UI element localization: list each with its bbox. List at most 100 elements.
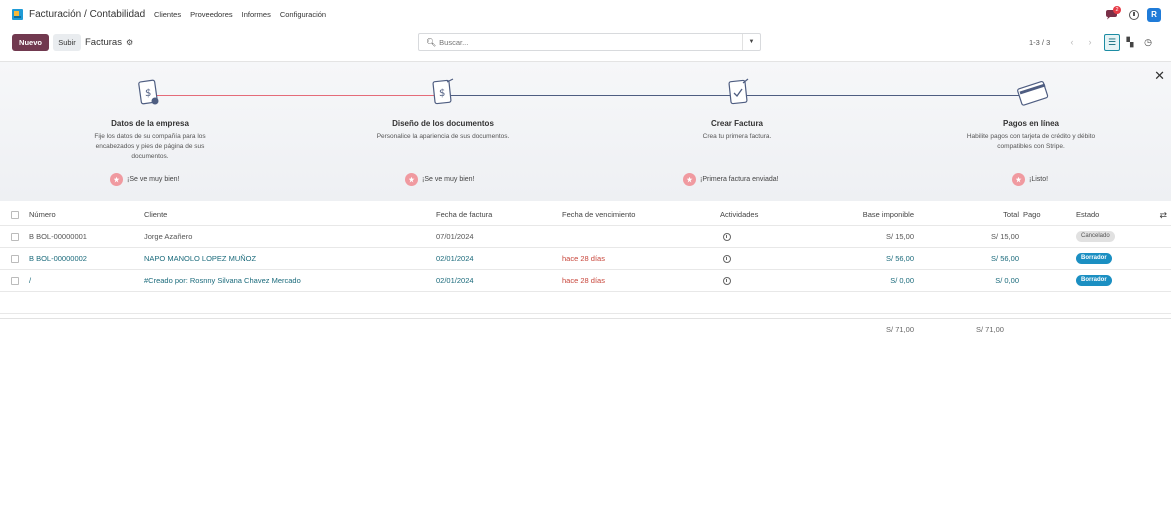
row-number: / — [29, 276, 32, 285]
step-status: ¡Listo! — [1012, 173, 1048, 186]
col-invoice-date[interactable]: Fecha de factura — [436, 204, 492, 226]
total-amount: S/ 71,00 — [976, 325, 1004, 334]
row-client: #Creado por: Rosnny Silvana Chavez Merca… — [144, 276, 301, 285]
onboarding-panel: ✕ $ Datos de la empresa Fije los datos d… — [0, 61, 1171, 201]
row-invoice-date: 02/01/2024 — [436, 276, 474, 285]
step-title[interactable]: Diseño de los documentos — [343, 119, 543, 128]
step-description: Fije los datos de su compañía para los e… — [94, 133, 206, 160]
row-due-date: hace 28 días — [562, 254, 605, 263]
menu-clientes[interactable]: Clientes — [154, 10, 181, 19]
optional-columns-icon[interactable]: ⇄ — [1159, 204, 1167, 226]
page-title: Facturas — [85, 37, 122, 48]
status-badge: Cancelado — [1076, 231, 1115, 242]
pager-next-icon[interactable]: › — [1081, 34, 1099, 51]
step-description: Habilite pagos con tarjeta de crédito y … — [966, 133, 1096, 150]
view-switcher: ☰ ▚ ◷ — [1104, 34, 1156, 51]
chat-count-badge: 2 — [1113, 6, 1121, 14]
table-header: Número Cliente Fecha de factura Fecha de… — [0, 204, 1171, 226]
row-client: NAPO MANOLO LOPEZ MUÑOZ — [144, 254, 257, 263]
status-badge: Borrador — [1076, 253, 1112, 264]
menu-proveedores[interactable]: Proveedores — [190, 10, 233, 19]
total-tax-base: S/ 71,00 — [886, 325, 914, 334]
search-bar: 🔍︎ ▼ — [418, 33, 761, 51]
list-view-icon[interactable]: ☰ — [1104, 34, 1120, 51]
row-checkbox[interactable] — [11, 233, 19, 241]
new-button[interactable]: Nuevo — [12, 34, 49, 51]
step-status: ¡Se ve muy bien! — [405, 173, 475, 186]
close-icon[interactable]: ✕ — [1154, 68, 1165, 84]
systray: 2 R — [1105, 6, 1161, 22]
col-activities[interactable]: Actividades — [720, 204, 758, 226]
col-due-date[interactable]: Fecha de vencimiento — [562, 204, 635, 226]
step-status-text: ¡Se ve muy bien! — [422, 176, 475, 183]
step-title[interactable]: Datos de la empresa — [50, 119, 250, 128]
col-total[interactable]: Total — [960, 204, 1019, 226]
col-client[interactable]: Cliente — [144, 204, 167, 226]
search-input[interactable] — [439, 37, 740, 47]
document-layout-icon: $ — [432, 78, 454, 105]
table-row[interactable]: B BOL-00000001 Jorge Azañero 07/01/2024 … — [0, 226, 1171, 248]
row-invoice-date: 07/01/2024 — [436, 232, 474, 241]
chat-icon[interactable]: 2 — [1105, 6, 1121, 21]
gear-icon[interactable]: ⚙ — [126, 38, 133, 47]
svg-text:$: $ — [145, 88, 151, 99]
activity-clock-icon[interactable] — [723, 277, 731, 285]
step-title[interactable]: Crear Factura — [637, 119, 837, 128]
pager-value[interactable]: 1-3 / 3 — [1029, 38, 1050, 47]
step-status-text: ¡Se ve muy bien! — [127, 176, 180, 183]
star-icon — [405, 173, 418, 186]
row-number: B BOL-00000002 — [29, 254, 87, 263]
table-totals-row: S/ 71,00 S/ 71,00 — [0, 318, 1171, 338]
step-status-text: ¡Listo! — [1029, 176, 1049, 183]
row-checkbox[interactable] — [11, 255, 19, 263]
row-total: S/ 56,00 — [991, 254, 1019, 263]
col-state[interactable]: Estado — [1076, 204, 1099, 226]
step-title[interactable]: Pagos en línea — [931, 119, 1131, 128]
search-icon: 🔍︎ — [426, 37, 437, 47]
row-checkbox[interactable] — [11, 277, 19, 285]
progress-line — [448, 95, 733, 96]
star-icon — [683, 173, 696, 186]
table-row[interactable]: B BOL-00000002 NAPO MANOLO LOPEZ MUÑOZ 0… — [0, 248, 1171, 270]
activity-clock-icon[interactable] — [723, 233, 731, 241]
row-due-date: hace 28 días — [562, 276, 605, 285]
row-total: S/ 15,00 — [991, 232, 1019, 241]
col-tax-base[interactable]: Base imponible — [820, 204, 914, 226]
col-number[interactable]: Número — [29, 204, 56, 226]
progress-line — [746, 95, 1028, 96]
status-badge: Borrador — [1076, 275, 1112, 286]
accounting-app-icon[interactable] — [12, 9, 23, 20]
create-invoice-icon — [728, 78, 749, 105]
menu-configuracion[interactable]: Configuración — [280, 10, 326, 19]
main-menu: Clientes Proveedores Informes Configurac… — [154, 10, 326, 19]
col-payment[interactable]: Pago — [1023, 204, 1041, 226]
step-status-text: ¡Primera factura enviada! — [700, 176, 779, 183]
row-client: Jorge Azañero — [144, 232, 193, 241]
row-tax-base: S/ 56,00 — [886, 254, 914, 263]
table-row[interactable]: / #Creado por: Rosnny Silvana Chavez Mer… — [0, 270, 1171, 292]
kanban-view-icon[interactable]: ▚ — [1122, 34, 1138, 51]
svg-text:$: $ — [439, 88, 445, 99]
row-tax-base: S/ 15,00 — [886, 232, 914, 241]
credit-card-icon — [1017, 80, 1049, 106]
progress-line — [155, 95, 435, 96]
pager-nav: ‹ › — [1063, 34, 1099, 51]
row-invoice-date: 02/01/2024 — [436, 254, 474, 263]
row-number: B BOL-00000001 — [29, 232, 87, 241]
activity-view-icon[interactable]: ◷ — [1140, 34, 1156, 51]
app-title[interactable]: Facturación / Contabilidad — [29, 9, 145, 20]
step-description: Crea tu primera factura. — [702, 133, 772, 140]
user-avatar[interactable]: R — [1147, 8, 1161, 22]
top-navbar: Facturación / Contabilidad Clientes Prov… — [0, 0, 1171, 30]
activity-clock-icon[interactable] — [723, 255, 731, 263]
empty-row — [0, 292, 1171, 314]
row-tax-base: S/ 0,00 — [890, 276, 914, 285]
pager-prev-icon[interactable]: ‹ — [1063, 34, 1081, 51]
row-total: S/ 0,00 — [995, 276, 1019, 285]
select-all-checkbox[interactable] — [11, 211, 19, 219]
upload-button[interactable]: Subir — [53, 34, 81, 51]
menu-informes[interactable]: Informes — [242, 10, 271, 19]
search-options-caret-icon[interactable]: ▼ — [742, 34, 760, 50]
company-data-icon: $ — [138, 79, 159, 105]
activity-clock-icon[interactable] — [1129, 10, 1139, 20]
